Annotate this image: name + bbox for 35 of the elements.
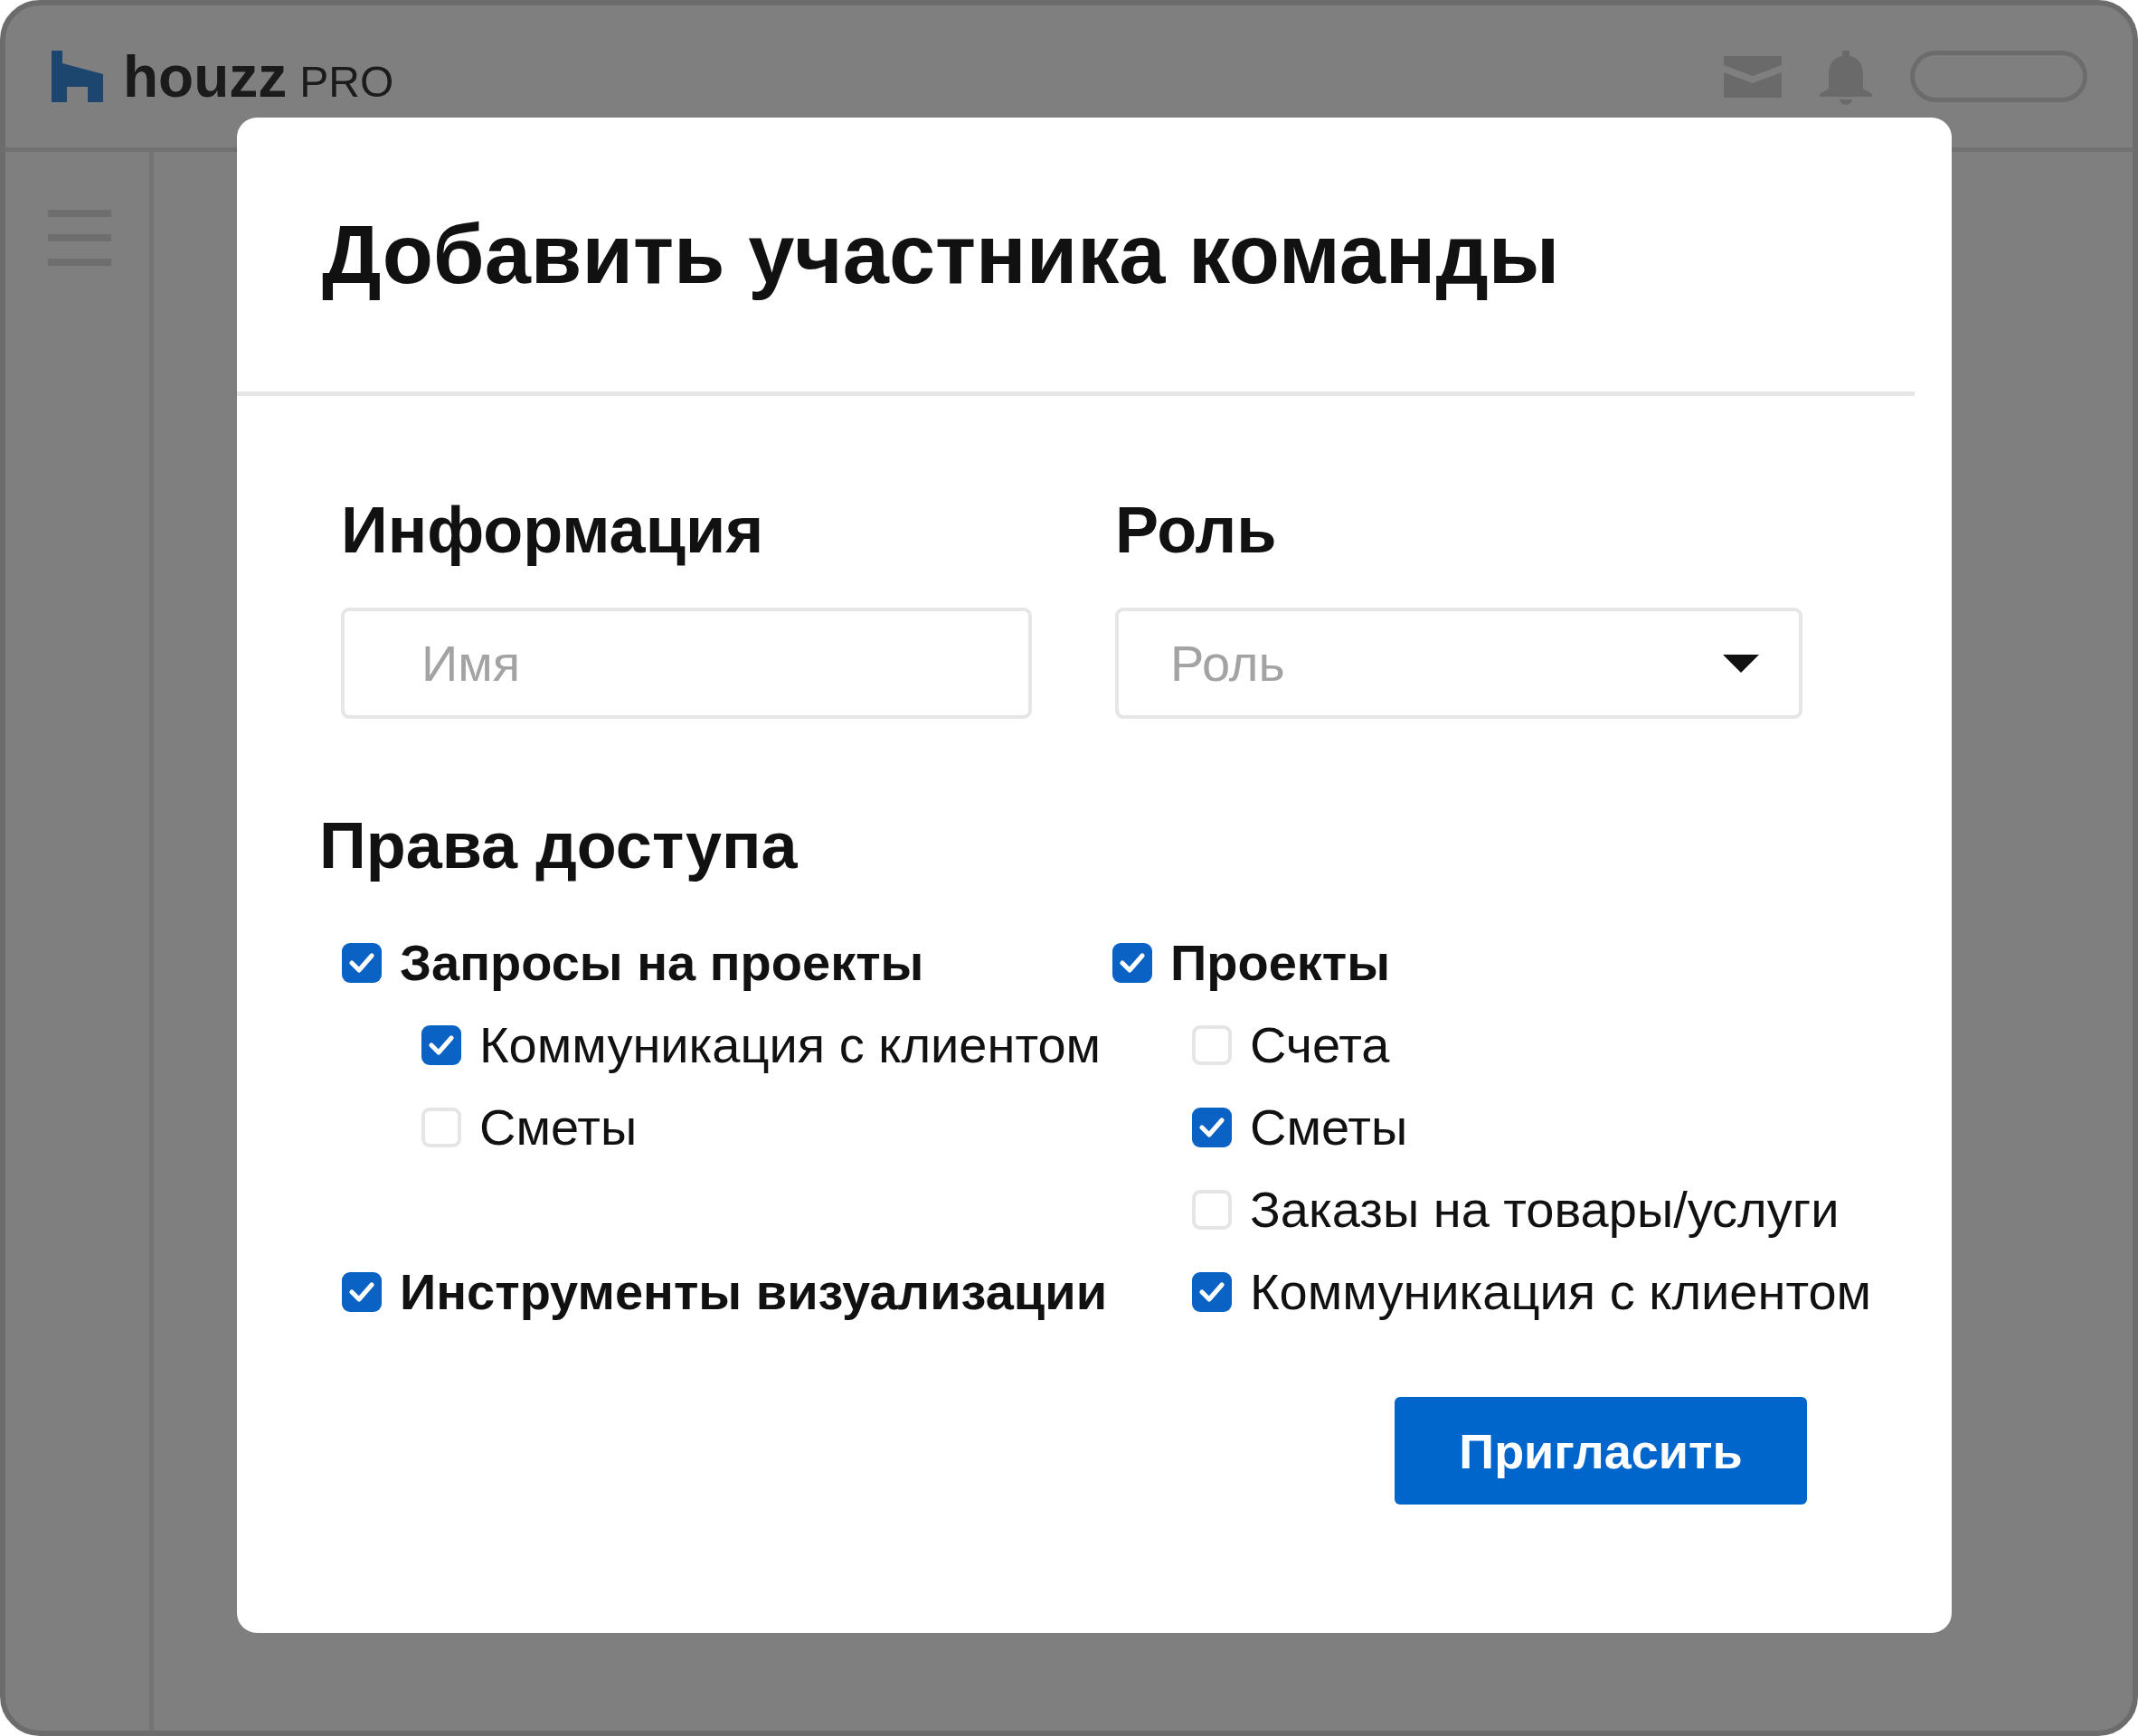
name-field[interactable]: Имя <box>341 608 1032 719</box>
checkbox[interactable] <box>421 1107 461 1147</box>
check-icon <box>1199 1116 1225 1138</box>
house-logo-icon <box>52 51 103 102</box>
checkbox[interactable] <box>342 1271 382 1312</box>
invite-button[interactable]: Пригласить <box>1395 1397 1807 1505</box>
checkbox-label: Сметы <box>479 1098 638 1156</box>
checkbox[interactable] <box>1192 1024 1232 1065</box>
checkbox[interactable] <box>421 1024 461 1065</box>
logo-suffix: PRO <box>299 56 394 107</box>
checkbox-label: Запросы на проекты <box>400 933 924 992</box>
checkbox[interactable] <box>1192 1271 1232 1312</box>
check-icon <box>349 951 374 974</box>
checkbox[interactable] <box>1192 1189 1232 1230</box>
section-heading: Информация <box>341 494 765 566</box>
checkbox-label: Коммуникация с клиентом <box>1250 1262 1872 1321</box>
checkbox-label: Проекты <box>1170 933 1391 992</box>
checkbox[interactable] <box>342 942 382 983</box>
check-icon <box>1120 951 1145 974</box>
check-icon <box>349 1280 374 1303</box>
checkbox-label: Заказы на товары/услуги <box>1250 1180 1840 1239</box>
checkbox-label: Сметы <box>1250 1098 1408 1156</box>
section-heading: Права доступа <box>319 809 799 882</box>
check-icon <box>1199 1280 1225 1303</box>
checkbox-label: Коммуникация с клиентом <box>479 1015 1102 1074</box>
checkbox[interactable] <box>1192 1107 1232 1147</box>
section-heading: Роль <box>1115 494 1278 566</box>
role-select[interactable]: Роль <box>1115 608 1802 719</box>
dialog-title: Добавить участника команды <box>322 207 1560 302</box>
checkbox[interactable] <box>1112 942 1152 983</box>
checkbox-label: Счета <box>1250 1015 1390 1074</box>
logo-text: houzz <box>123 42 288 110</box>
checkbox-label: Инструменты визуализации <box>400 1262 1108 1321</box>
caret-icon <box>1723 655 1759 673</box>
check-icon <box>429 1033 454 1056</box>
